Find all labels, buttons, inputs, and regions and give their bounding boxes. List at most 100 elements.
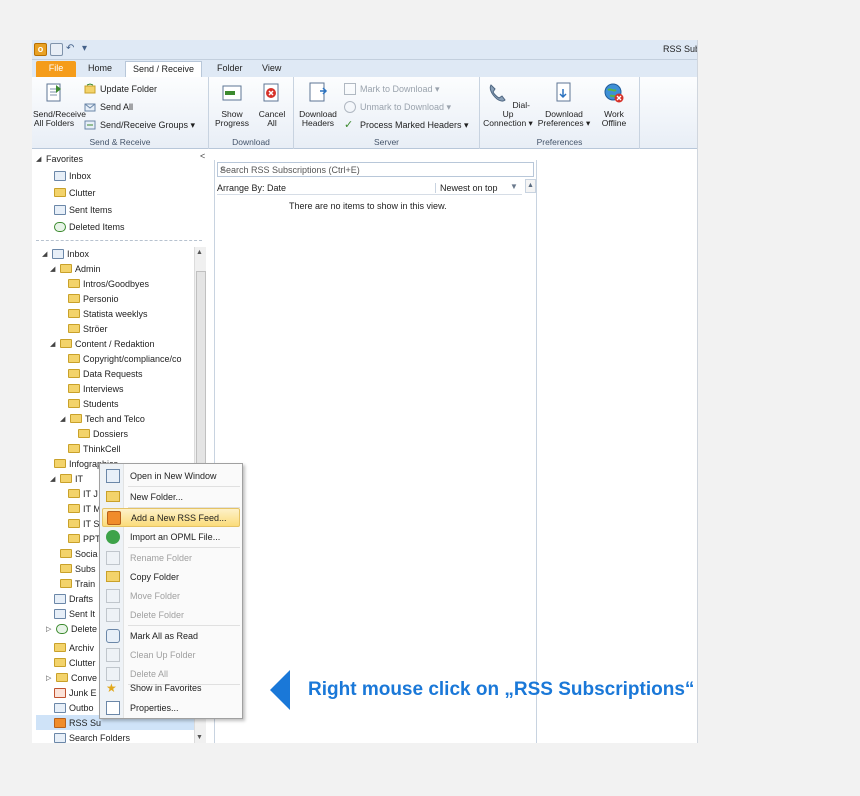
favorites-header[interactable]: ◢ Favorites [36, 151, 83, 166]
tab-folder[interactable]: Folder [209, 61, 251, 77]
tree-inbox[interactable]: ◢ Inbox [42, 246, 89, 261]
tree-dossiers[interactable]: Dossiers [78, 426, 128, 441]
favorite-inbox[interactable]: Inbox [54, 168, 91, 183]
undo-icon[interactable]: ↶ [66, 43, 79, 56]
tree-deleted-items[interactable]: ▷ Delete [46, 621, 97, 636]
tree-folder-item[interactable]: IT S [68, 516, 99, 531]
search-box[interactable]: Search RSS Subscriptions (Ctrl+E) ⌕ [217, 162, 534, 177]
send-receive-groups-button[interactable]: Send/Receive Groups ▾ [84, 118, 195, 132]
tree-folder-item[interactable]: Interviews [68, 381, 124, 396]
checkmark-icon: ✓ [344, 119, 354, 131]
mark-read-icon [106, 628, 120, 643]
menu-show-in-favorites[interactable]: ★ Show in Favorites [102, 678, 240, 697]
tree-archive[interactable]: Archiv [54, 640, 94, 655]
send-receive-all-button[interactable]: Send/Receive All Folders [33, 81, 86, 128]
show-progress-button[interactable]: Show Progress [213, 81, 251, 128]
favorite-deleted-items[interactable]: Deleted Items [54, 219, 125, 234]
tree-sent-items[interactable]: Sent It [54, 606, 95, 621]
folder-icon [60, 549, 72, 558]
favorite-clutter-label: Clutter [69, 187, 96, 198]
tree-search-folders[interactable]: Search Folders [54, 730, 130, 743]
menu-import-opml[interactable]: Import an OPML File... [102, 527, 240, 546]
customize-toolbar-icon[interactable]: ▾ [82, 43, 95, 56]
globe-offline-icon [604, 83, 624, 103]
new-folder-icon [106, 491, 120, 502]
tree-folder-item[interactable]: PPT [68, 531, 101, 546]
tree-folder-item[interactable]: Subs [60, 561, 96, 576]
menu-mark-all-read[interactable]: Mark All as Read [102, 626, 240, 645]
menu-properties[interactable]: Properties... [102, 698, 240, 717]
list-scroll-up-icon[interactable]: ▲ [525, 179, 536, 193]
tree-outbox[interactable]: Outbo [54, 700, 94, 715]
favorite-sent-items[interactable]: Sent Items [54, 202, 112, 217]
arrange-by-button[interactable]: Arrange By: Date [217, 183, 286, 193]
tree-tech-telco[interactable]: ◢ Tech and Telco [60, 411, 145, 426]
send-all-button[interactable]: Send All [84, 100, 133, 114]
menu-label: Move Folder [130, 590, 181, 601]
tree-content[interactable]: ◢ Content / Redaktion [50, 336, 155, 351]
dial-up-connection-button[interactable]: Dial-Up Connection ▾ [482, 81, 534, 128]
folder-icon [56, 673, 68, 682]
tab-home[interactable]: Home [80, 61, 120, 77]
tab-file[interactable]: File [36, 61, 76, 77]
menu-rename-folder[interactable]: Rename Folder [102, 548, 240, 567]
mark-to-download-button[interactable]: Mark to Download ▾ [344, 82, 440, 96]
tree-folder-item[interactable]: Students [68, 396, 119, 411]
tree-conversation-history[interactable]: ▷ Conve [46, 670, 97, 685]
download-preferences-button[interactable]: Download Preferences ▾ [536, 81, 592, 128]
sort-dropdown-icon[interactable]: ▼ [510, 182, 518, 191]
tree-folder-item[interactable]: Socia [60, 546, 98, 561]
tree-junk[interactable]: Junk E [54, 685, 97, 700]
sort-order-button[interactable]: Newest on top [435, 183, 503, 193]
tree-clutter[interactable]: Clutter [54, 655, 96, 670]
menu-label: Mark All as Read [130, 630, 199, 641]
tree-folder-item[interactable]: Intros/Goodbyes [68, 276, 149, 291]
menu-open-new-window[interactable]: Open in New Window [102, 466, 240, 485]
junk-icon [54, 687, 66, 698]
menu-new-folder[interactable]: New Folder... [102, 487, 240, 506]
menu-label: Delete All [130, 668, 169, 679]
menu-delete-folder[interactable]: Delete Folder [102, 605, 240, 624]
tree-it[interactable]: ◢ IT [50, 471, 83, 486]
favorite-clutter[interactable]: Clutter [54, 185, 96, 200]
tree-thinkcell[interactable]: ThinkCell [68, 441, 121, 456]
search-folder-icon [54, 732, 66, 743]
scroll-down-arrow-icon[interactable]: ▼ [196, 734, 203, 741]
cancel-all-button[interactable]: Cancel All [253, 81, 291, 128]
tree-outbox-label: Outbo [69, 702, 94, 713]
favorite-sent-items-label: Sent Items [69, 204, 113, 215]
tree-folder-item[interactable]: Copyright/compliance/co [68, 351, 182, 366]
message-list-pane: Search RSS Subscriptions (Ctrl+E) ⌕ Arra… [214, 160, 537, 743]
menu-move-folder[interactable]: Move Folder [102, 586, 240, 605]
favorite-inbox-label: Inbox [69, 170, 92, 181]
tree-folder-label: IT J [83, 488, 98, 499]
download-headers-button[interactable]: Download Headers [298, 81, 338, 128]
tree-folder-item[interactable]: Personio [68, 291, 119, 306]
tree-folder-item[interactable]: Statista weeklys [68, 306, 148, 321]
tree-drafts[interactable]: Drafts [54, 591, 93, 606]
tree-folder-item[interactable]: IT J [68, 486, 98, 501]
process-marked-headers-button[interactable]: ✓ Process Marked Headers ▾ [344, 118, 469, 132]
tree-folder-item[interactable]: Data Requests [68, 366, 143, 381]
search-icon[interactable]: ⌕ [220, 164, 530, 175]
menu-add-rss-feed[interactable]: Add a New RSS Feed... [102, 508, 240, 527]
tree-folder-item[interactable]: Train [60, 576, 95, 591]
tree-admin[interactable]: ◢ Admin [50, 261, 101, 276]
properties-icon [106, 700, 120, 715]
scroll-up-arrow-icon[interactable]: ▲ [196, 249, 203, 256]
tab-view[interactable]: View [254, 61, 289, 77]
expand-triangle-icon: ◢ [50, 340, 56, 348]
collapse-pane-icon[interactable]: < [200, 151, 205, 161]
menu-copy-folder[interactable]: Copy Folder [102, 567, 240, 586]
tab-send-receive[interactable]: Send / Receive [125, 61, 203, 77]
update-folder-button[interactable]: Update Folder [84, 82, 157, 96]
favorites-label: Favorites [46, 153, 84, 164]
send-receive-groups-label: Send/Receive Groups ▾ [100, 119, 196, 130]
unmark-to-download-button[interactable]: Unmark to Download ▾ [344, 100, 451, 114]
tree-folder-item[interactable]: Ströer [68, 321, 108, 336]
tree-folder-item[interactable]: IT M [68, 501, 101, 516]
send-receive-quick-icon[interactable] [50, 43, 63, 56]
tree-folder-label: IT S [83, 518, 100, 529]
work-offline-button[interactable]: Work Offline [594, 81, 634, 128]
menu-clean-up-folder[interactable]: Clean Up Folder [102, 645, 240, 664]
